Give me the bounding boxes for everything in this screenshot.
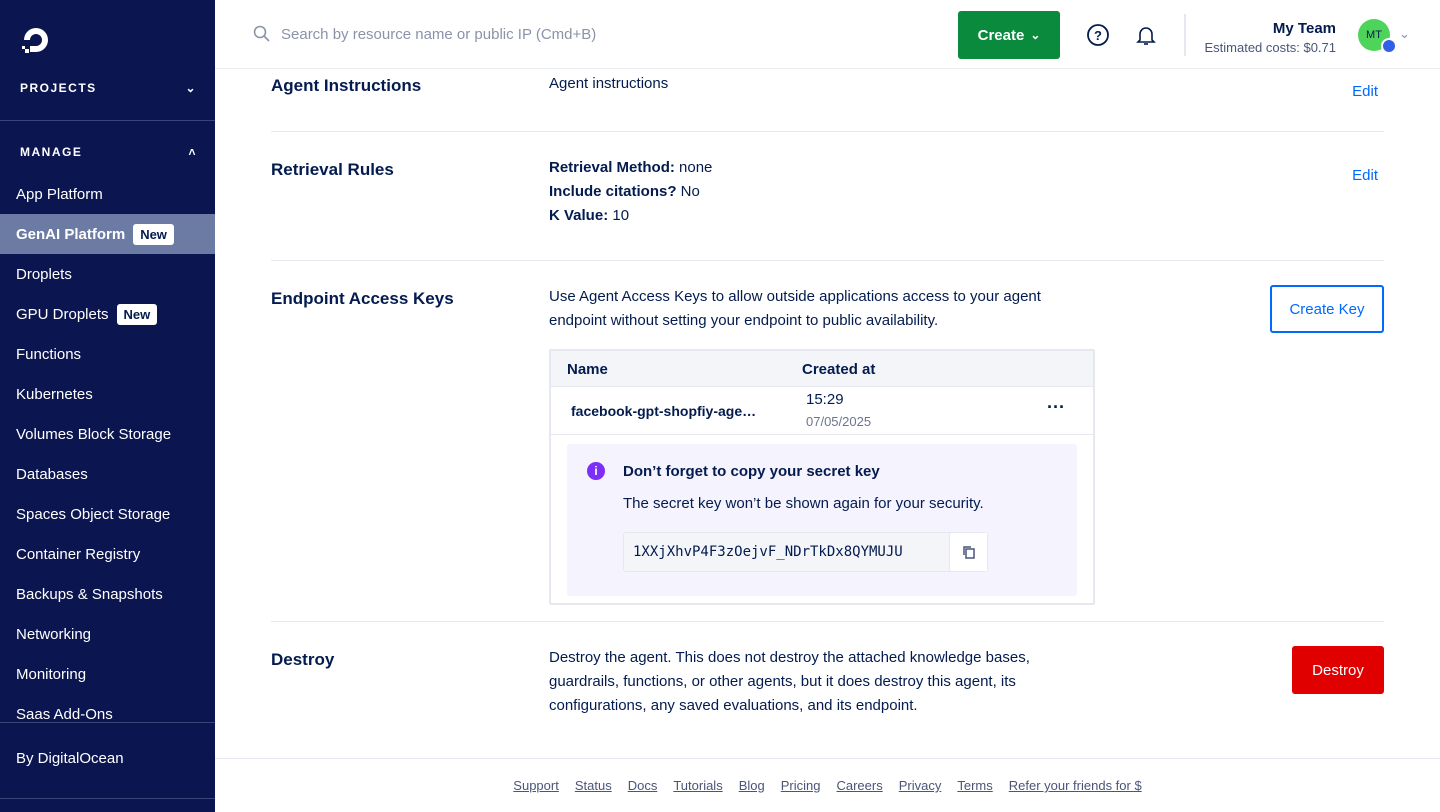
- footer-link[interactable]: Tutorials: [673, 778, 722, 812]
- chevron-up-icon: ˄: [188, 145, 197, 159]
- divider: [1184, 14, 1186, 56]
- access-keys-table: Name Created at facebook-gpt-shopfiy-age……: [549, 349, 1095, 605]
- search-icon: [253, 25, 270, 42]
- create-button[interactable]: Create ⌄: [958, 11, 1060, 59]
- sidebar-item-genai-platform[interactable]: GenAI Platform New: [0, 214, 215, 254]
- copy-icon[interactable]: [949, 533, 987, 571]
- svg-text:?: ?: [1094, 28, 1102, 43]
- footer-link[interactable]: Docs: [628, 778, 658, 812]
- footer: Support Status Docs Tutorials Blog Pricing Car…: [215, 758, 1440, 812]
- footer-link[interactable]: Status: [575, 778, 612, 812]
- table-header: Name Created at: [551, 351, 1093, 387]
- search-input[interactable]: Search by resource name or public IP (Cm…: [253, 25, 596, 43]
- divider: [271, 621, 1384, 622]
- sidebar-item-spaces-object-storage[interactable]: Spaces Object Storage: [0, 494, 215, 534]
- footer-link[interactable]: Refer your friends for $: [1009, 778, 1142, 812]
- footer-link[interactable]: Privacy: [899, 778, 942, 812]
- divider: [271, 260, 1384, 261]
- divider: [0, 120, 215, 121]
- footer-link[interactable]: Terms: [957, 778, 992, 812]
- footer-link[interactable]: Blog: [739, 778, 765, 812]
- destroy-button[interactable]: Destroy: [1292, 646, 1384, 694]
- chevron-down-icon[interactable]: ⌄: [1399, 26, 1410, 42]
- divider: [0, 722, 215, 723]
- team-switcher[interactable]: My Team Estimated costs: $0.71: [1204, 20, 1336, 55]
- divider: [271, 131, 1384, 132]
- chevron-down-icon: ⌄: [1030, 28, 1041, 42]
- edit-instructions-link[interactable]: Edit: [1352, 83, 1378, 100]
- projects-section[interactable]: PROJECTS ⌄: [20, 81, 197, 95]
- sidebar-item-app-platform[interactable]: App Platform: [0, 174, 215, 214]
- help-icon[interactable]: ?: [1086, 23, 1110, 52]
- user-avatar-icon: [1381, 38, 1397, 54]
- top-bar: Search by resource name or public IP (Cm…: [215, 0, 1440, 69]
- sidebar-item-backups-snapshots[interactable]: Backups & Snapshots: [0, 574, 215, 614]
- bell-icon[interactable]: [1134, 23, 1158, 52]
- table-row: facebook-gpt-shopfiy-age… 15:29 07/05/20…: [551, 387, 1093, 435]
- create-key-button[interactable]: Create Key: [1270, 285, 1384, 333]
- sidebar-item-saas-add-ons[interactable]: Saas Add-Ons: [0, 694, 215, 734]
- sidebar-item-functions[interactable]: Functions: [0, 334, 215, 374]
- sidebar-item-volumes-block-storage[interactable]: Volumes Block Storage: [0, 414, 215, 454]
- footer-link[interactable]: Careers: [836, 778, 882, 812]
- sidebar-item-databases[interactable]: Databases: [0, 454, 215, 494]
- more-options-icon[interactable]: ···: [1047, 397, 1065, 418]
- new-badge: New: [116, 303, 158, 325]
- edit-retrieval-link[interactable]: Edit: [1352, 167, 1378, 184]
- secret-key-field[interactable]: 1XXjXhvP4F3zOejvF_NDrTkDx8QYMUJU: [623, 532, 988, 572]
- sidebar-item-container-registry[interactable]: Container Registry: [0, 534, 215, 574]
- footer-link[interactable]: Support: [513, 778, 559, 812]
- divider: [0, 798, 215, 799]
- digitalocean-logo[interactable]: [20, 26, 52, 63]
- info-icon: i: [587, 462, 605, 480]
- manage-section[interactable]: MANAGE ˄: [20, 145, 197, 159]
- sidebar-item-kubernetes[interactable]: Kubernetes: [0, 374, 215, 414]
- sidebar-item-gpu-droplets[interactable]: GPU Droplets New: [0, 294, 215, 334]
- sidebar-item-monitoring[interactable]: Monitoring: [0, 654, 215, 694]
- sidebar-item-networking[interactable]: Networking: [0, 614, 215, 654]
- chevron-down-icon: ⌄: [185, 81, 197, 95]
- sidebar-item-by-digitalocean[interactable]: By DigitalOcean: [0, 738, 215, 778]
- new-badge: New: [133, 223, 174, 245]
- sidebar: PROJECTS ⌄ MANAGE ˄ App Platform GenAI Plat…: [0, 0, 215, 812]
- footer-link[interactable]: Pricing: [781, 778, 821, 812]
- secret-key-alert: i Don’t forget to copy your secret key T…: [567, 444, 1077, 596]
- sidebar-item-droplets[interactable]: Droplets: [0, 254, 215, 294]
